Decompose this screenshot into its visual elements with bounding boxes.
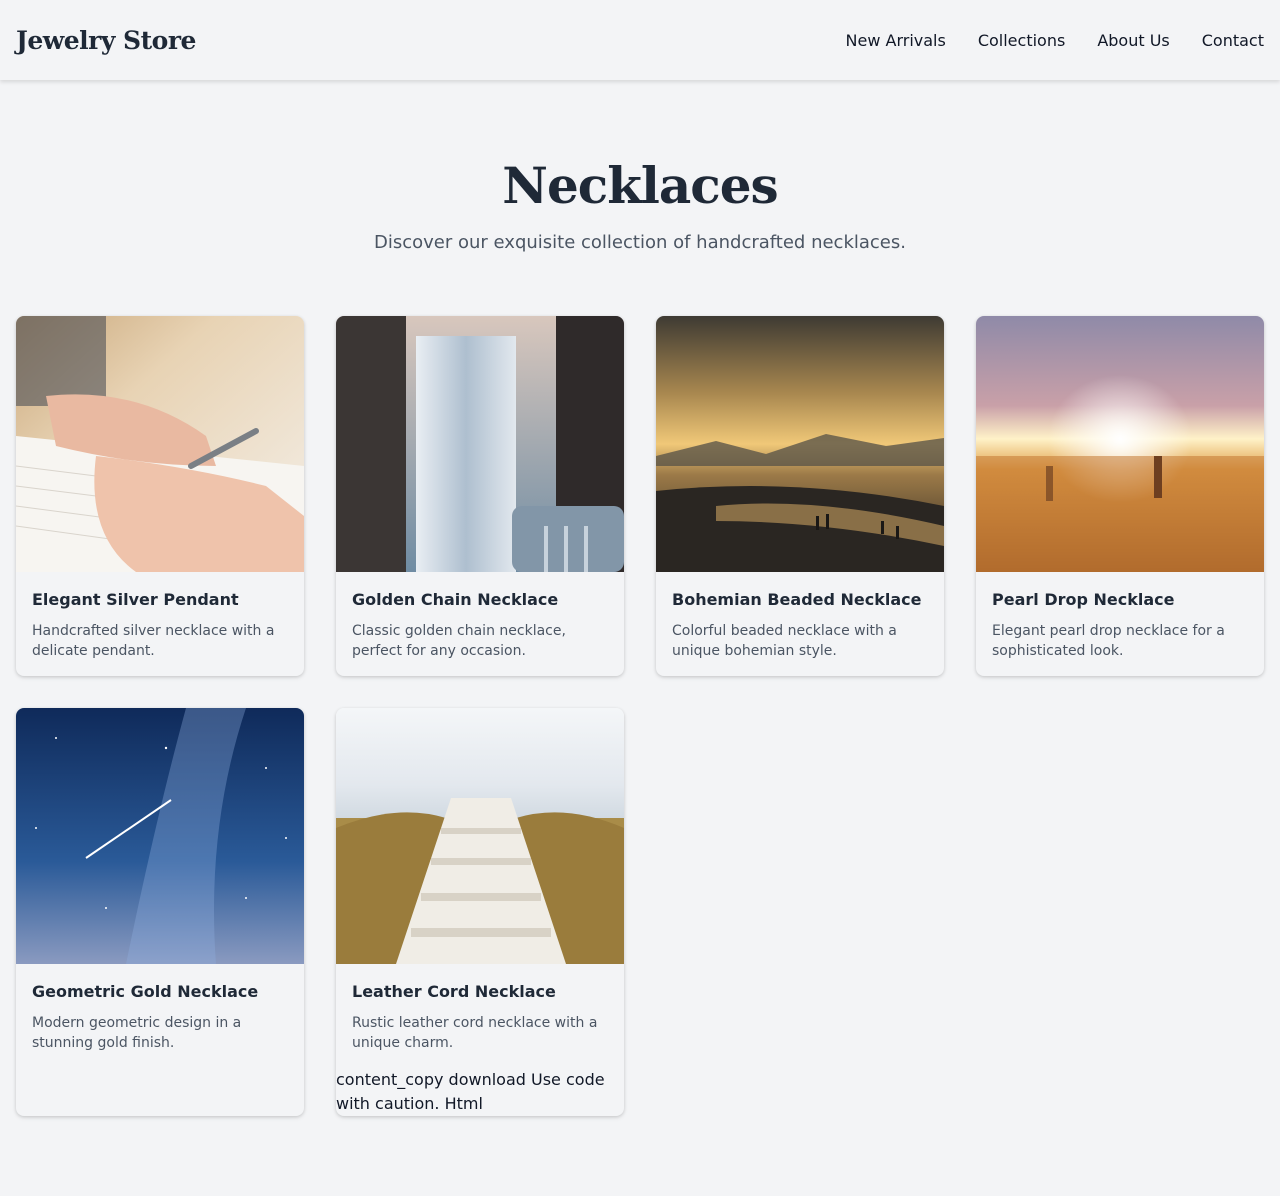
product-image bbox=[336, 316, 624, 572]
nav-new-arrivals[interactable]: New Arrivals bbox=[846, 31, 946, 50]
product-info: Pearl Drop Necklace Elegant pearl drop n… bbox=[976, 572, 1264, 676]
main-nav: New Arrivals Collections About Us Contac… bbox=[846, 31, 1264, 50]
product-title[interactable]: Elegant Silver Pendant bbox=[32, 590, 288, 609]
product-card[interactable]: Pearl Drop Necklace Elegant pearl drop n… bbox=[976, 316, 1264, 676]
product-description: Modern geometric design in a stunning go… bbox=[32, 1015, 242, 1051]
product-description: Classic golden chain necklace, perfect f… bbox=[352, 623, 566, 659]
product-image bbox=[16, 316, 304, 572]
product-image bbox=[976, 316, 1264, 572]
product-card[interactable]: Golden Chain Necklace Classic golden cha… bbox=[336, 316, 624, 676]
hero-section: Necklaces Discover our exquisite collect… bbox=[0, 150, 1280, 253]
product-image bbox=[656, 316, 944, 572]
product-info: Elegant Silver Pendant Handcrafted silve… bbox=[16, 572, 304, 676]
product-description: Rustic leather cord necklace with a uniq… bbox=[352, 1015, 598, 1051]
product-card[interactable]: Geometric Gold Necklace Modern geometric… bbox=[16, 708, 304, 1116]
product-title[interactable]: Bohemian Beaded Necklace bbox=[672, 590, 928, 609]
site-logo[interactable]: Jewelry Store bbox=[16, 26, 196, 55]
product-info: Geometric Gold Necklace Modern geometric… bbox=[16, 964, 304, 1069]
product-image bbox=[336, 708, 624, 964]
page-subtitle: Discover our exquisite collection of han… bbox=[374, 232, 906, 253]
product-info: Golden Chain Necklace Classic golden cha… bbox=[336, 572, 624, 676]
product-description: Handcrafted silver necklace with a delic… bbox=[32, 623, 275, 659]
product-info: Bohemian Beaded Necklace Colorful beaded… bbox=[656, 572, 944, 676]
product-description: Elegant pearl drop necklace for a sophis… bbox=[992, 623, 1225, 659]
page-title: Necklaces bbox=[502, 156, 778, 215]
code-caution-note: content_copy download Use code with caut… bbox=[336, 1070, 605, 1113]
product-title[interactable]: Golden Chain Necklace bbox=[352, 590, 608, 609]
product-info: Leather Cord Necklace Rustic leather cor… bbox=[336, 964, 624, 1069]
nav-contact[interactable]: Contact bbox=[1202, 31, 1264, 50]
product-title[interactable]: Leather Cord Necklace bbox=[352, 982, 608, 1001]
product-image bbox=[16, 708, 304, 964]
nav-about-us[interactable]: About Us bbox=[1097, 31, 1169, 50]
product-title[interactable]: Geometric Gold Necklace bbox=[32, 982, 288, 1001]
product-title[interactable]: Pearl Drop Necklace bbox=[992, 590, 1248, 609]
product-card[interactable]: Elegant Silver Pendant Handcrafted silve… bbox=[16, 316, 304, 676]
site-header: Jewelry Store New Arrivals Collections A… bbox=[0, 0, 1280, 80]
nav-collections[interactable]: Collections bbox=[978, 31, 1065, 50]
product-card[interactable]: Bohemian Beaded Necklace Colorful beaded… bbox=[656, 316, 944, 676]
product-description: Colorful beaded necklace with a unique b… bbox=[672, 623, 897, 659]
product-card[interactable]: Leather Cord Necklace Rustic leather cor… bbox=[336, 708, 624, 1116]
